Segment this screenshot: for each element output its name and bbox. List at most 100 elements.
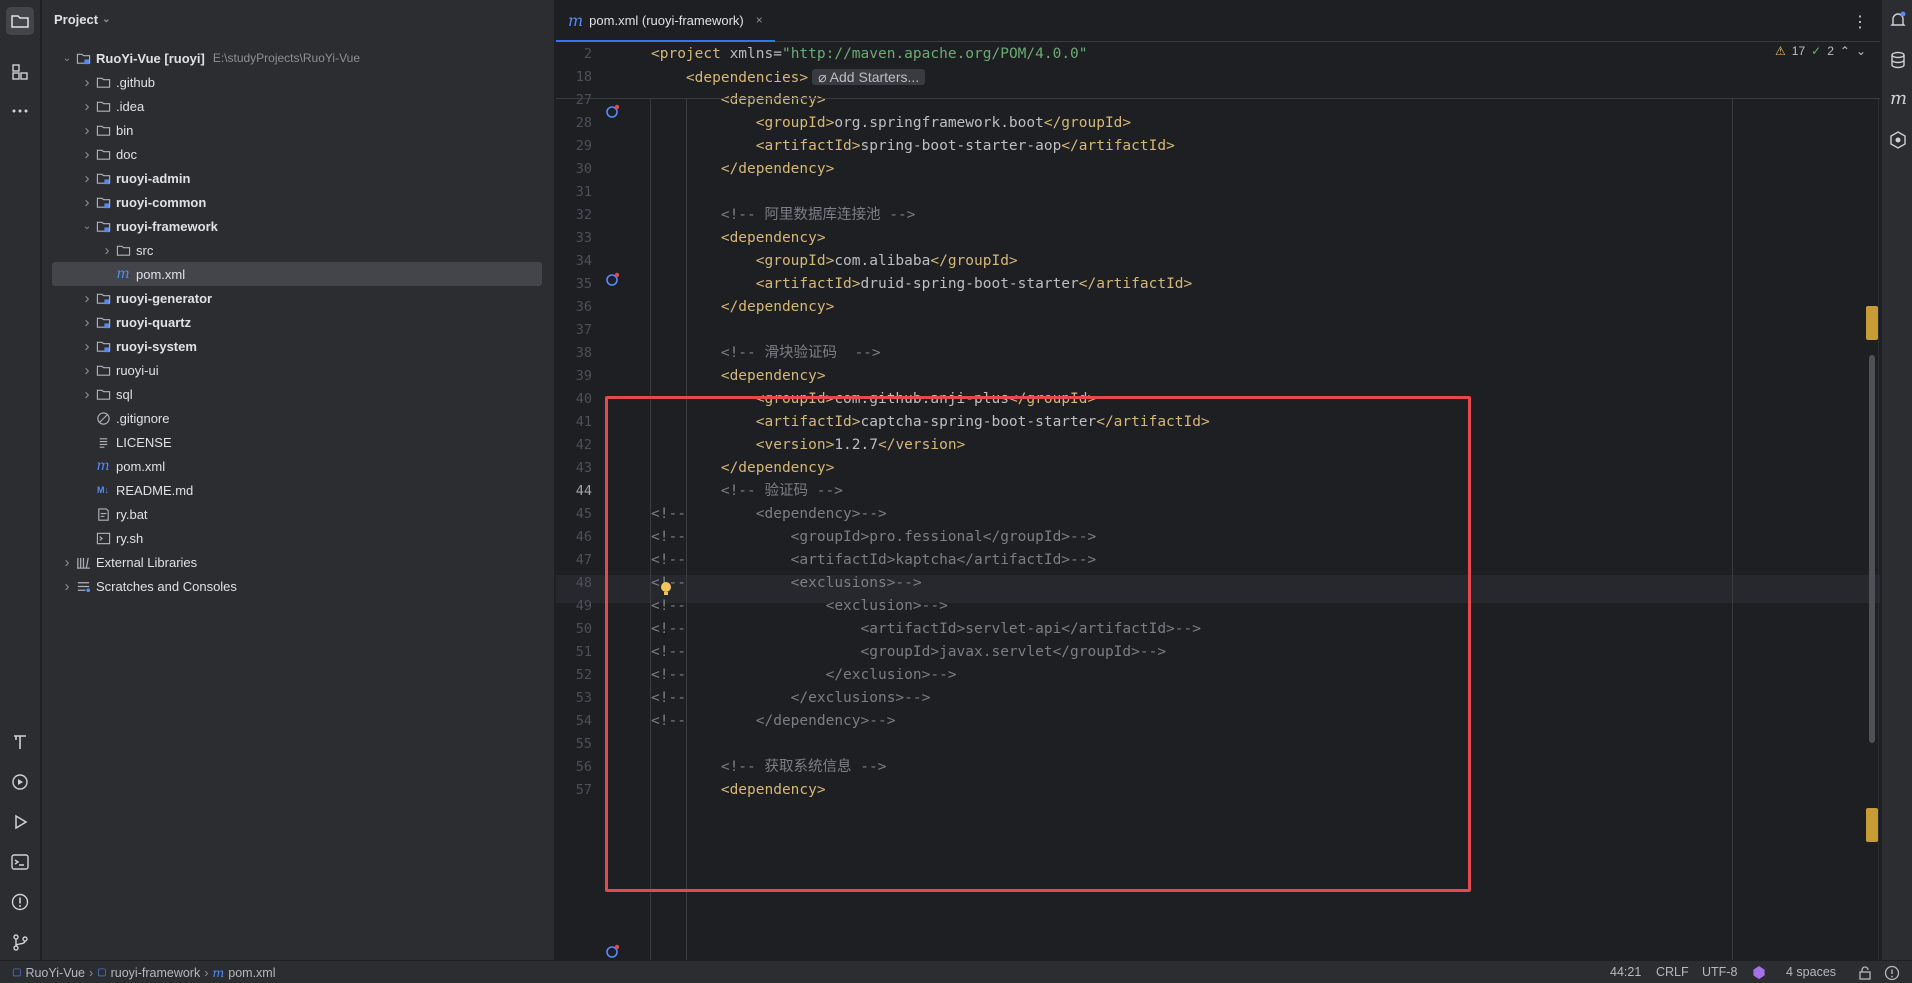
chevron-right-icon[interactable]: › bbox=[80, 290, 94, 307]
chevron-right-icon[interactable]: › bbox=[80, 194, 94, 211]
code-line[interactable]: 35 <artifactId>druid-spring-boot-starter… bbox=[556, 273, 1880, 296]
chevron-right-icon[interactable]: › bbox=[80, 170, 94, 187]
tree-item[interactable]: › sql bbox=[52, 382, 542, 406]
chevron-right-icon[interactable]: › bbox=[80, 74, 94, 91]
tree-item-label: pom.xml bbox=[136, 266, 186, 282]
chevron-right-icon[interactable]: › bbox=[80, 386, 94, 403]
code-line[interactable]: 38 <!-- 滑块验证码 --> bbox=[556, 342, 1880, 365]
tree-item[interactable]: m pom.xml bbox=[52, 262, 542, 286]
tree-item[interactable]: › .github bbox=[52, 70, 542, 94]
notification-status-icon[interactable] bbox=[1884, 965, 1900, 981]
database-icon[interactable] bbox=[1888, 50, 1908, 70]
indent-setting[interactable]: 4 spaces bbox=[1786, 965, 1836, 979]
tree-item-label: ruoyi-common bbox=[116, 194, 207, 210]
line-number: 36 bbox=[575, 299, 592, 315]
tree-item[interactable]: LICENSE bbox=[52, 430, 542, 454]
tree-item[interactable]: ry.bat bbox=[52, 502, 542, 526]
terminal-tool-icon[interactable] bbox=[6, 848, 34, 876]
check-icon: ✓ bbox=[1811, 44, 1822, 58]
chevron-right-icon[interactable]: › bbox=[80, 338, 94, 355]
code-line[interactable]: 28 <groupId>org.springframework.boot</gr… bbox=[556, 112, 1880, 135]
notifications-icon[interactable] bbox=[1888, 10, 1908, 30]
chevron-down-icon[interactable]: ⌄ bbox=[80, 221, 94, 232]
chevron-right-icon[interactable]: › bbox=[80, 314, 94, 331]
tree-item[interactable]: › bin bbox=[52, 118, 542, 142]
implemented-marker-icon[interactable] bbox=[605, 271, 621, 287]
chevron-right-icon[interactable]: › bbox=[100, 242, 114, 259]
code-line[interactable]: 33 <dependency> bbox=[556, 227, 1880, 250]
chevron-right-icon[interactable]: › bbox=[80, 146, 94, 163]
project-tool-icon[interactable] bbox=[6, 7, 34, 35]
code-line[interactable]: 39 <dependency> bbox=[556, 365, 1880, 388]
implemented-marker-icon[interactable] bbox=[605, 103, 621, 119]
tab-pom-xml[interactable]: m pom.xml (ruoyi-framework) × bbox=[556, 0, 775, 42]
chevron-right-icon[interactable]: › bbox=[80, 362, 94, 379]
chevron-right-icon[interactable]: › bbox=[60, 578, 74, 595]
tree-item[interactable]: .gitignore bbox=[52, 406, 542, 430]
breadcrumb-item[interactable]: pom.xml bbox=[228, 966, 275, 980]
file-encoding[interactable]: UTF-8 bbox=[1702, 965, 1737, 979]
warning-stripe-marker[interactable] bbox=[1866, 306, 1878, 340]
tree-item[interactable]: › ruoyi-generator bbox=[52, 286, 542, 310]
maven-tool-icon[interactable]: m bbox=[1890, 88, 1907, 109]
tree-item[interactable]: m pom.xml bbox=[52, 454, 542, 478]
tree-item[interactable]: › .idea bbox=[52, 94, 542, 118]
chevron-up-icon[interactable]: ⌃ bbox=[1840, 44, 1850, 58]
vertical-scrollbar[interactable] bbox=[1869, 355, 1875, 743]
ai-status-icon[interactable] bbox=[1751, 965, 1767, 980]
tree-item[interactable]: › doc bbox=[52, 142, 542, 166]
close-icon[interactable]: × bbox=[756, 13, 763, 27]
markdown-icon: M↓ bbox=[97, 485, 109, 495]
structure-tool-icon[interactable] bbox=[6, 58, 34, 86]
tab-label: pom.xml (ruoyi-framework) bbox=[589, 12, 744, 28]
code-line[interactable]: 27 <dependency> bbox=[556, 89, 1880, 112]
tree-item[interactable]: › ruoyi-admin bbox=[52, 166, 542, 190]
lock-icon[interactable] bbox=[1858, 966, 1872, 980]
run-tool-icon[interactable] bbox=[6, 808, 34, 836]
module-icon bbox=[94, 338, 112, 354]
tree-item[interactable]: ⌄ ruoyi-framework bbox=[52, 214, 542, 238]
git-tool-icon[interactable] bbox=[6, 928, 34, 956]
tree-item[interactable]: › ruoyi-system bbox=[52, 334, 542, 358]
code-line[interactable]: 37 bbox=[556, 319, 1880, 342]
code-line[interactable]: 31 bbox=[556, 181, 1880, 204]
line-number: 56 bbox=[575, 759, 592, 775]
sticky-line[interactable]: 18 <dependencies> ⌀ Add Starters... bbox=[556, 66, 1880, 89]
chevron-right-icon[interactable]: › bbox=[80, 122, 94, 139]
library-icon bbox=[74, 554, 92, 570]
inspection-widget[interactable]: ⚠ 17 ✓ 2 ⌃ ⌄ bbox=[1775, 44, 1866, 58]
sticky-line[interactable]: 2 <project xmlns="http://maven.apache.org… bbox=[556, 43, 1880, 66]
problems-tool-icon[interactable] bbox=[6, 888, 34, 916]
chevron-right-icon[interactable]: › bbox=[80, 98, 94, 115]
breadcrumb-item[interactable]: ruoyi-framework bbox=[111, 966, 201, 980]
code-line[interactable]: 36 </dependency> bbox=[556, 296, 1880, 319]
add-starters-button[interactable]: ⌀ Add Starters... bbox=[812, 69, 926, 85]
code-line[interactable]: 29 <artifactId>spring-boot-starter-aop</… bbox=[556, 135, 1880, 158]
services-tool-icon[interactable] bbox=[6, 768, 34, 796]
chevron-down-icon[interactable]: ⌄ bbox=[1856, 44, 1866, 58]
warning-stripe-marker[interactable] bbox=[1866, 808, 1878, 842]
tree-item[interactable]: › src bbox=[52, 238, 542, 262]
caret-position[interactable]: 44:21 bbox=[1610, 965, 1641, 979]
tree-item[interactable]: › ruoyi-ui bbox=[52, 358, 542, 382]
editor-menu-icon[interactable]: ⋮ bbox=[1852, 12, 1868, 32]
more-tools-icon[interactable] bbox=[6, 97, 34, 125]
code-line[interactable]: 34 <groupId>com.alibaba</groupId> bbox=[556, 250, 1880, 273]
chevron-down-icon[interactable]: ⌄ bbox=[60, 53, 74, 64]
code-line[interactable]: 30 </dependency> bbox=[556, 158, 1880, 181]
tree-item[interactable]: › ruoyi-quartz bbox=[52, 310, 542, 334]
chevron-right-icon[interactable]: › bbox=[60, 554, 74, 571]
breadcrumb-item[interactable]: RuoYi-Vue bbox=[25, 966, 85, 980]
ai-assistant-icon[interactable] bbox=[1888, 130, 1908, 150]
tree-item[interactable]: › External Libraries bbox=[52, 550, 542, 574]
line-separator[interactable]: CRLF bbox=[1656, 965, 1689, 979]
tree-item[interactable]: ry.sh bbox=[52, 526, 542, 550]
project-panel-title[interactable]: Project ⌄ bbox=[54, 12, 110, 27]
tree-item[interactable]: ⌄ RuoYi-Vue [ruoyi] E:\studyProjects\RuoYi… bbox=[52, 46, 542, 70]
tree-item[interactable]: M↓ README.md bbox=[52, 478, 542, 502]
implemented-marker-icon[interactable] bbox=[605, 943, 621, 959]
tree-item[interactable]: › Scratches and Consoles bbox=[52, 574, 542, 598]
code-line[interactable]: 32 <!-- 阿里数据库连接池 --> bbox=[556, 204, 1880, 227]
build-tool-icon[interactable] bbox=[6, 728, 34, 756]
tree-item[interactable]: › ruoyi-common bbox=[52, 190, 542, 214]
